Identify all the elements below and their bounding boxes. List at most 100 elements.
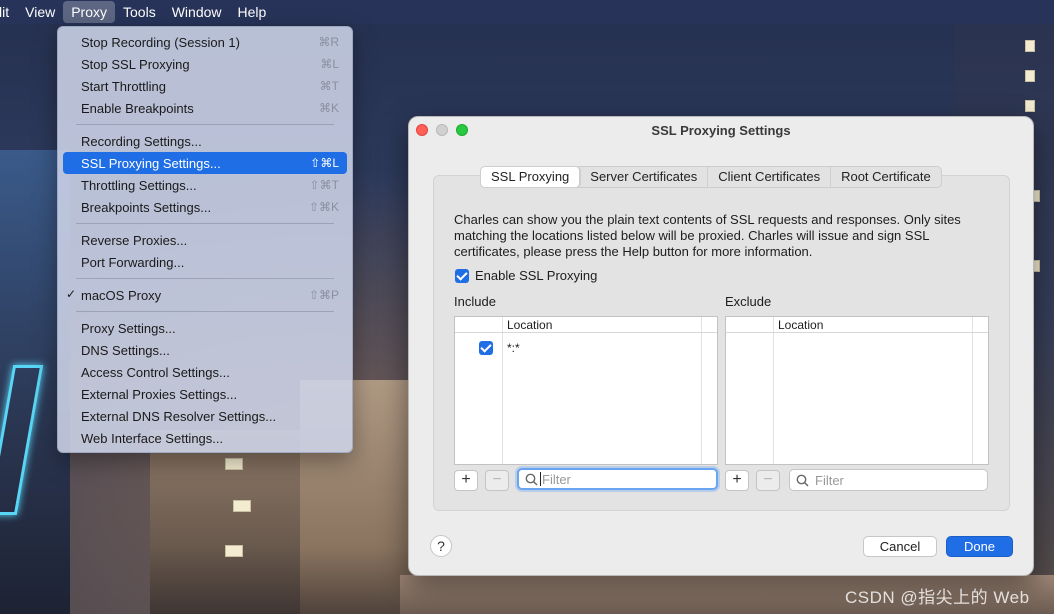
menu-window[interactable]: Window [164,1,230,23]
menu-item-external-dns-resolver-settings[interactable]: External DNS Resolver Settings... [63,405,347,427]
filter-placeholder: Filter [542,471,571,487]
include-filter-input[interactable]: Filter [517,468,718,490]
menu-item-label: Throttling Settings... [81,177,197,193]
exclude-filter-input[interactable]: Filter [789,469,988,491]
search-icon [525,473,538,486]
menu-item-reverse-proxies[interactable]: Reverse Proxies... [63,229,347,251]
column-divider [972,317,973,464]
exclude-label: Exclude [725,294,772,309]
menu-item-ssl-proxying-settings[interactable]: SSL Proxying Settings... ⇧⌘L [63,152,347,174]
enable-ssl-proxying-row: Enable SSL Proxying [455,268,597,283]
close-window-button[interactable] [416,124,428,136]
checkmark-icon: ✓ [66,287,77,301]
menu-item-shortcut: ⌘T [319,79,339,93]
menu-item-label: macOS Proxy [81,287,162,303]
menu-item-label: Stop Recording (Session 1) [81,34,240,50]
menu-edit[interactable]: lit [0,1,17,23]
include-add-button[interactable]: + [454,470,478,491]
menu-item-label: SSL Proxying Settings... [81,155,221,171]
enable-ssl-proxying-label: Enable SSL Proxying [475,268,598,283]
include-label: Include [454,294,496,309]
menu-separator [76,311,334,312]
minimize-window-button[interactable] [436,124,448,136]
tab-bar: SSL Proxying Server Certificates Client … [480,166,942,188]
menu-item-shortcut: ⌘L [320,57,339,71]
menu-help[interactable]: Help [230,1,275,23]
window-controls [416,124,468,136]
window-light [233,500,251,512]
search-icon [796,474,809,487]
menu-proxy[interactable]: Proxy [63,1,116,23]
menu-item-label: Breakpoints Settings... [81,199,212,215]
menu-view[interactable]: View [17,1,63,23]
location-column-header[interactable]: Location [507,318,552,332]
enable-ssl-proxying-checkbox[interactable] [455,268,469,283]
exclude-add-button[interactable]: + [725,470,749,491]
ssl-proxying-settings-dialog: SSL Proxying Settings SSL Proxying Serve… [408,116,1034,576]
menu-separator [76,223,334,224]
window-light [225,458,243,470]
include-table-header: Location [455,317,717,333]
menu-item-label: Web Interface Settings... [81,430,224,446]
include-table[interactable]: Location *:* [454,316,718,465]
menu-item-macos-proxy[interactable]: ✓ macOS Proxy ⇧⌘P [63,284,347,306]
menu-item-label: External Proxies Settings... [81,386,238,402]
menu-item-breakpoints-settings[interactable]: Breakpoints Settings... ⇧⌘K [63,196,347,218]
menu-item-start-throttling[interactable]: Start Throttling ⌘T [63,75,347,97]
menu-item-dns-settings[interactable]: DNS Settings... [63,339,347,361]
menu-item-stop-ssl-proxying[interactable]: Stop SSL Proxying ⌘L [63,53,347,75]
menu-bar: lit View Proxy Tools Window Help [0,0,1054,24]
menu-item-stop-recording[interactable]: Stop Recording (Session 1) ⌘R [63,31,347,53]
menu-tools[interactable]: Tools [115,1,164,23]
menu-separator [76,124,334,125]
menu-item-port-forwarding[interactable]: Port Forwarding... [63,251,347,273]
menu-item-shortcut: ⌘K [318,101,339,115]
menu-item-label: Enable Breakpoints [81,100,194,116]
exclude-table[interactable]: Location [725,316,989,465]
window-light [1025,100,1035,112]
filter-placeholder: Filter [815,472,844,488]
menu-item-label: External DNS Resolver Settings... [81,408,277,424]
help-button[interactable]: ? [430,535,452,557]
menu-item-label: Access Control Settings... [81,364,230,380]
menu-item-access-control-settings[interactable]: Access Control Settings... [63,361,347,383]
menu-item-shortcut: ⇧⌘T [309,178,339,192]
text-caret [540,472,541,486]
exclude-table-header: Location [726,317,988,333]
tab-root-certificate[interactable]: Root Certificate [831,167,941,187]
ssl-description: Charles can show you the plain text cont… [454,212,961,259]
dialog-title: SSL Proxying Settings [651,122,791,138]
menu-item-label: Reverse Proxies... [81,232,188,248]
menu-item-label: Start Throttling [81,78,167,94]
menu-item-shortcut: ⇧⌘K [308,200,339,214]
location-column-header[interactable]: Location [778,318,823,332]
done-button[interactable]: Done [946,536,1013,557]
tab-ssl-proxying[interactable]: SSL Proxying [481,167,581,187]
menu-item-web-interface-settings[interactable]: Web Interface Settings... [63,427,347,449]
exclude-remove-button[interactable]: − [756,470,780,491]
include-remove-button[interactable]: − [485,470,509,491]
menu-item-shortcut: ⇧⌘L [310,156,339,170]
proxy-dropdown-menu: Stop Recording (Session 1) ⌘R Stop SSL P… [57,26,353,453]
menu-item-shortcut: ⇧⌘P [308,288,339,302]
menu-item-label: Stop SSL Proxying [81,56,190,72]
menu-item-recording-settings[interactable]: Recording Settings... [63,130,347,152]
column-divider [773,317,774,464]
table-row[interactable]: *:* [455,339,717,357]
menu-item-label: Recording Settings... [81,133,202,149]
menu-item-enable-breakpoints[interactable]: Enable Breakpoints ⌘K [63,97,347,119]
tab-client-certificates[interactable]: Client Certificates [708,167,832,187]
menu-item-external-proxies-settings[interactable]: External Proxies Settings... [63,383,347,405]
dialog-titlebar: SSL Proxying Settings [409,117,1033,143]
window-light [1025,70,1035,82]
menu-separator [76,278,334,279]
zoom-window-button[interactable] [456,124,468,136]
cancel-button[interactable]: Cancel [863,536,937,557]
menu-item-proxy-settings[interactable]: Proxy Settings... [63,317,347,339]
menu-item-throttling-settings[interactable]: Throttling Settings... ⇧⌘T [63,174,347,196]
menu-item-label: DNS Settings... [81,342,170,358]
tab-server-certificates[interactable]: Server Certificates [580,167,709,187]
row-location: *:* [507,341,520,355]
window-light [1025,40,1035,52]
row-enabled-checkbox[interactable] [479,341,493,355]
